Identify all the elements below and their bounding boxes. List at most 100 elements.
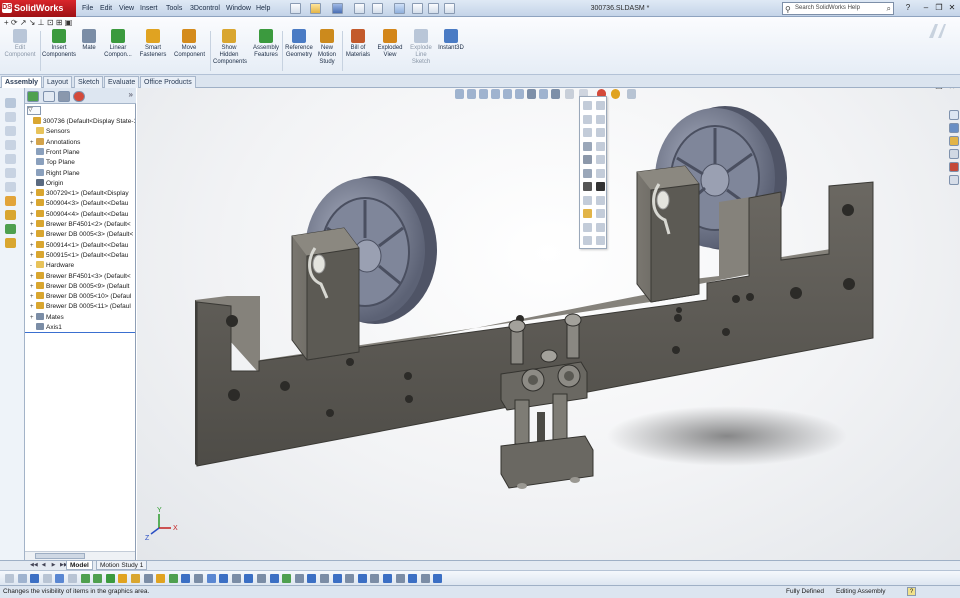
custom-properties-tab-icon[interactable] (949, 175, 959, 185)
tree-item[interactable]: + Brewer DB 0005<11> (Defaul (25, 302, 135, 312)
bottom-toolbar-icon[interactable] (105, 574, 115, 583)
search-input[interactable]: Search SolidWorks Help (795, 5, 860, 11)
hide-show-item-icon[interactable] (583, 128, 592, 137)
bottom-toolbar-icon[interactable] (55, 574, 65, 583)
select-icon[interactable] (394, 3, 405, 14)
tree-item[interactable]: - Hardware (25, 261, 135, 271)
command-instant3d[interactable]: Instant3D (438, 19, 464, 52)
bearing-block-right[interactable] (636, 165, 700, 303)
hide-show-item-icon[interactable] (583, 222, 592, 232)
resources-tab-icon[interactable] (949, 110, 959, 120)
bottom-toolbar-icon[interactable] (93, 574, 103, 583)
tab-sketch[interactable]: Sketch (74, 76, 104, 88)
scene-icon[interactable] (611, 89, 620, 99)
hide-show-item-icon[interactable] (596, 114, 605, 124)
bottom-toolbar-icon[interactable] (332, 574, 342, 583)
previous-view-icon[interactable] (479, 89, 488, 99)
bottom-toolbar-icon[interactable] (30, 574, 40, 583)
hide-show-item-icon[interactable] (583, 155, 592, 164)
prev-tab-arrow-icon[interactable]: ◀ (40, 562, 47, 569)
close-button[interactable]: ✕ (946, 2, 958, 14)
bottom-toolbar-icon[interactable] (383, 574, 392, 583)
command-new-motion-study[interactable]: New Motion Study (316, 19, 338, 66)
dynamic-annotation-icon[interactable] (503, 89, 512, 99)
command-smart-fasteners[interactable]: Smart Fasteners (138, 19, 168, 59)
bottom-toolbar-icon[interactable] (181, 574, 191, 583)
tree-item[interactable]: + Annotations (25, 137, 135, 148)
tree-item[interactable]: Axis1 (25, 323, 135, 333)
tree-item[interactable]: Right Plane (25, 168, 135, 179)
hide-show-item-icon[interactable] (596, 222, 605, 232)
toolbar-icon[interactable] (5, 98, 16, 108)
bottom-toolbar-icon[interactable] (345, 574, 355, 583)
rebuild-icon[interactable] (412, 3, 423, 14)
bottom-toolbar-icon[interactable] (156, 574, 166, 583)
toolbar-icon[interactable] (5, 126, 16, 136)
tree-item[interactable]: +300729<1> (Default<Display (25, 189, 135, 199)
hide-show-item-icon[interactable] (596, 236, 605, 245)
bottom-toolbar-icon[interactable] (17, 574, 27, 583)
chevron-right-icon[interactable]: » (129, 90, 133, 99)
horizontal-scrollbar[interactable] (25, 551, 135, 560)
display-style-icon[interactable] (527, 89, 536, 99)
status-help-icon[interactable]: ? (907, 587, 916, 596)
menu-tools[interactable]: Tools (166, 0, 182, 17)
zoom-to-area-icon[interactable] (467, 89, 476, 99)
assembly-model[interactable]: Y X Z (137, 88, 960, 560)
bottom-toolbar-icon[interactable] (282, 574, 292, 583)
bottom-toolbar-icon[interactable] (42, 574, 52, 583)
tab-office-products[interactable]: Office Products (140, 76, 196, 88)
bottom-toolbar-icon[interactable] (269, 574, 279, 583)
appearance-tab-icon[interactable] (73, 91, 85, 102)
first-tab-arrow-icon[interactable]: ◀◀ (30, 562, 38, 569)
command-explode-line-sketch[interactable]: Explode Line Sketch (408, 19, 434, 66)
bottom-toolbar-icon[interactable] (80, 574, 90, 583)
minimize-button[interactable]: – (920, 2, 932, 14)
new-document-icon[interactable] (290, 3, 301, 14)
bottom-toolbar-icon[interactable] (307, 574, 317, 583)
bottom-toolbar-icon[interactable] (357, 574, 367, 583)
bearing-block-left[interactable] (291, 227, 360, 361)
command-insert-components[interactable]: Insert Components (42, 19, 76, 59)
tree-item[interactable]: +500904<4> (Default<<Defau (25, 209, 135, 220)
hide-show-item-icon[interactable] (596, 155, 605, 164)
tab-motion-study-1[interactable]: Motion Study 1 (96, 561, 148, 570)
tab-evaluate[interactable]: Evaluate (104, 76, 140, 88)
menu-edit[interactable]: Edit (100, 0, 112, 17)
toolbar-icon[interactable] (5, 182, 16, 192)
hide-show-item-icon[interactable] (596, 101, 605, 110)
command-reference-geometry[interactable]: Reference Geometry (284, 19, 314, 59)
hide-show-item-icon[interactable] (583, 195, 592, 205)
bottom-toolbar-icon[interactable] (206, 574, 216, 583)
toolbar-icon[interactable] (5, 168, 16, 178)
file-explorer-tab-icon[interactable] (949, 136, 959, 146)
hide-show-item-icon[interactable] (583, 101, 592, 110)
command-show-hidden-components[interactable]: Show Hidden Components (213, 19, 247, 66)
tree-item[interactable]: + Mates (25, 312, 135, 323)
tree-item[interactable]: +500915<1> (Default<<Defau (25, 250, 135, 261)
hide-show-item-icon[interactable] (583, 182, 592, 191)
command-linear-compon[interactable]: Linear Compon... (104, 19, 132, 59)
menu-insert[interactable]: Insert (140, 0, 158, 17)
scrollbar-thumb[interactable] (35, 553, 85, 559)
command-exploded-view[interactable]: Exploded View (376, 19, 404, 59)
edit-appearance-icon[interactable] (551, 89, 560, 99)
bottom-toolbar-icon[interactable] (370, 574, 380, 583)
tree-item[interactable]: + Brewer DB 0005<10> (Defaul (25, 292, 135, 302)
apply-scene-icon[interactable] (565, 89, 574, 99)
toolbar-icon[interactable] (5, 140, 16, 150)
search-box[interactable]: ⚲ Search SolidWorks Help ⌕ (782, 2, 894, 15)
hide-show-item-icon[interactable] (583, 114, 592, 124)
hide-show-item-icon[interactable] (583, 209, 592, 218)
file-properties-icon[interactable] (428, 3, 439, 14)
solidworks-logo[interactable]: DS SolidWorks (0, 0, 76, 17)
command-mate[interactable]: Mate (80, 19, 98, 52)
command-bill-of-materials[interactable]: Bill of Materials (344, 19, 372, 59)
toolbar-icon[interactable] (5, 154, 16, 164)
tree-item[interactable]: Sensors (25, 127, 135, 137)
bottom-toolbar-icon[interactable] (294, 574, 304, 583)
undo-icon[interactable] (372, 3, 383, 14)
bottom-toolbar-icon[interactable] (219, 574, 229, 583)
tree-item[interactable]: + Brewer BF4501<2> (Default< (25, 220, 135, 230)
hide-show-item-icon[interactable] (596, 141, 605, 151)
